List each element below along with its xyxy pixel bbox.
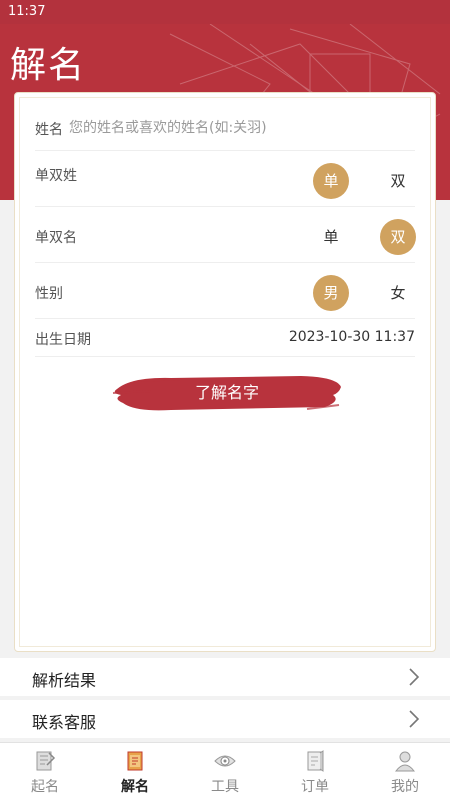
name-label: 姓名 (35, 122, 63, 138)
submit-button[interactable]: 了解名字 (111, 369, 343, 417)
page-title: 解名 (10, 45, 87, 86)
surname-double-option[interactable]: 双 (380, 163, 416, 199)
given-name-type-row: 单双名 单 双 (35, 207, 416, 263)
name-input[interactable] (69, 113, 399, 143)
compass-tool-icon (214, 755, 236, 767)
gender-label: 性别 (35, 286, 63, 302)
given-double-option[interactable]: 双 (380, 219, 416, 255)
tab-analysis-label: 解名 (121, 779, 149, 795)
bottom-tab-bar: 起名 解名 工具 订单 我的 (0, 742, 450, 800)
status-bar: 11:37 (0, 0, 450, 24)
gender-male-option[interactable]: 男 (313, 275, 349, 311)
chevron-right-icon (409, 710, 420, 728)
surname-type-label: 单双姓 (35, 168, 77, 184)
tab-tools[interactable]: 工具 (180, 743, 270, 800)
tab-tools-label: 工具 (211, 779, 239, 795)
customer-service-row[interactable]: 联系客服 (0, 700, 450, 738)
naming-book-icon (36, 751, 56, 771)
birth-date-label: 出生日期 (35, 332, 91, 348)
customer-service-label: 联系客服 (32, 713, 97, 732)
tab-naming-label: 起名 (31, 779, 59, 795)
name-form-card: 姓名 单双姓 单 双 单双名 单 双 性别 男 女 出生日期 2023-10-3… (14, 92, 436, 652)
surname-single-option[interactable]: 单 (313, 163, 349, 199)
tab-analysis[interactable]: 解名 (90, 743, 180, 800)
analysis-scroll-icon (127, 751, 143, 771)
gender-row: 性别 男 女 (35, 263, 415, 319)
analysis-result-label: 解析结果 (32, 671, 97, 690)
birth-date-row[interactable]: 出生日期 2023-10-30 11:37 (35, 319, 415, 357)
chevron-right-icon (409, 668, 420, 686)
tab-orders-label: 订单 (301, 779, 329, 795)
given-name-type-label: 单双名 (35, 230, 77, 246)
tab-profile-label: 我的 (391, 779, 419, 795)
status-time: 11:37 (8, 4, 46, 19)
birth-date-value[interactable]: 2023-10-30 11:37 (289, 329, 415, 345)
name-row: 姓名 (35, 111, 415, 151)
surname-type-row: 单双姓 单 双 (35, 151, 415, 207)
tab-orders[interactable]: 订单 (270, 743, 360, 800)
tab-profile[interactable]: 我的 (360, 743, 450, 800)
tab-naming[interactable]: 起名 (0, 743, 90, 800)
given-single-option[interactable]: 单 (313, 219, 349, 255)
gender-female-option[interactable]: 女 (380, 275, 416, 311)
order-paper-icon (307, 750, 324, 772)
analysis-result-row[interactable]: 解析结果 (0, 658, 450, 696)
submit-label: 了解名字 (194, 383, 259, 402)
profile-icon (394, 751, 416, 772)
